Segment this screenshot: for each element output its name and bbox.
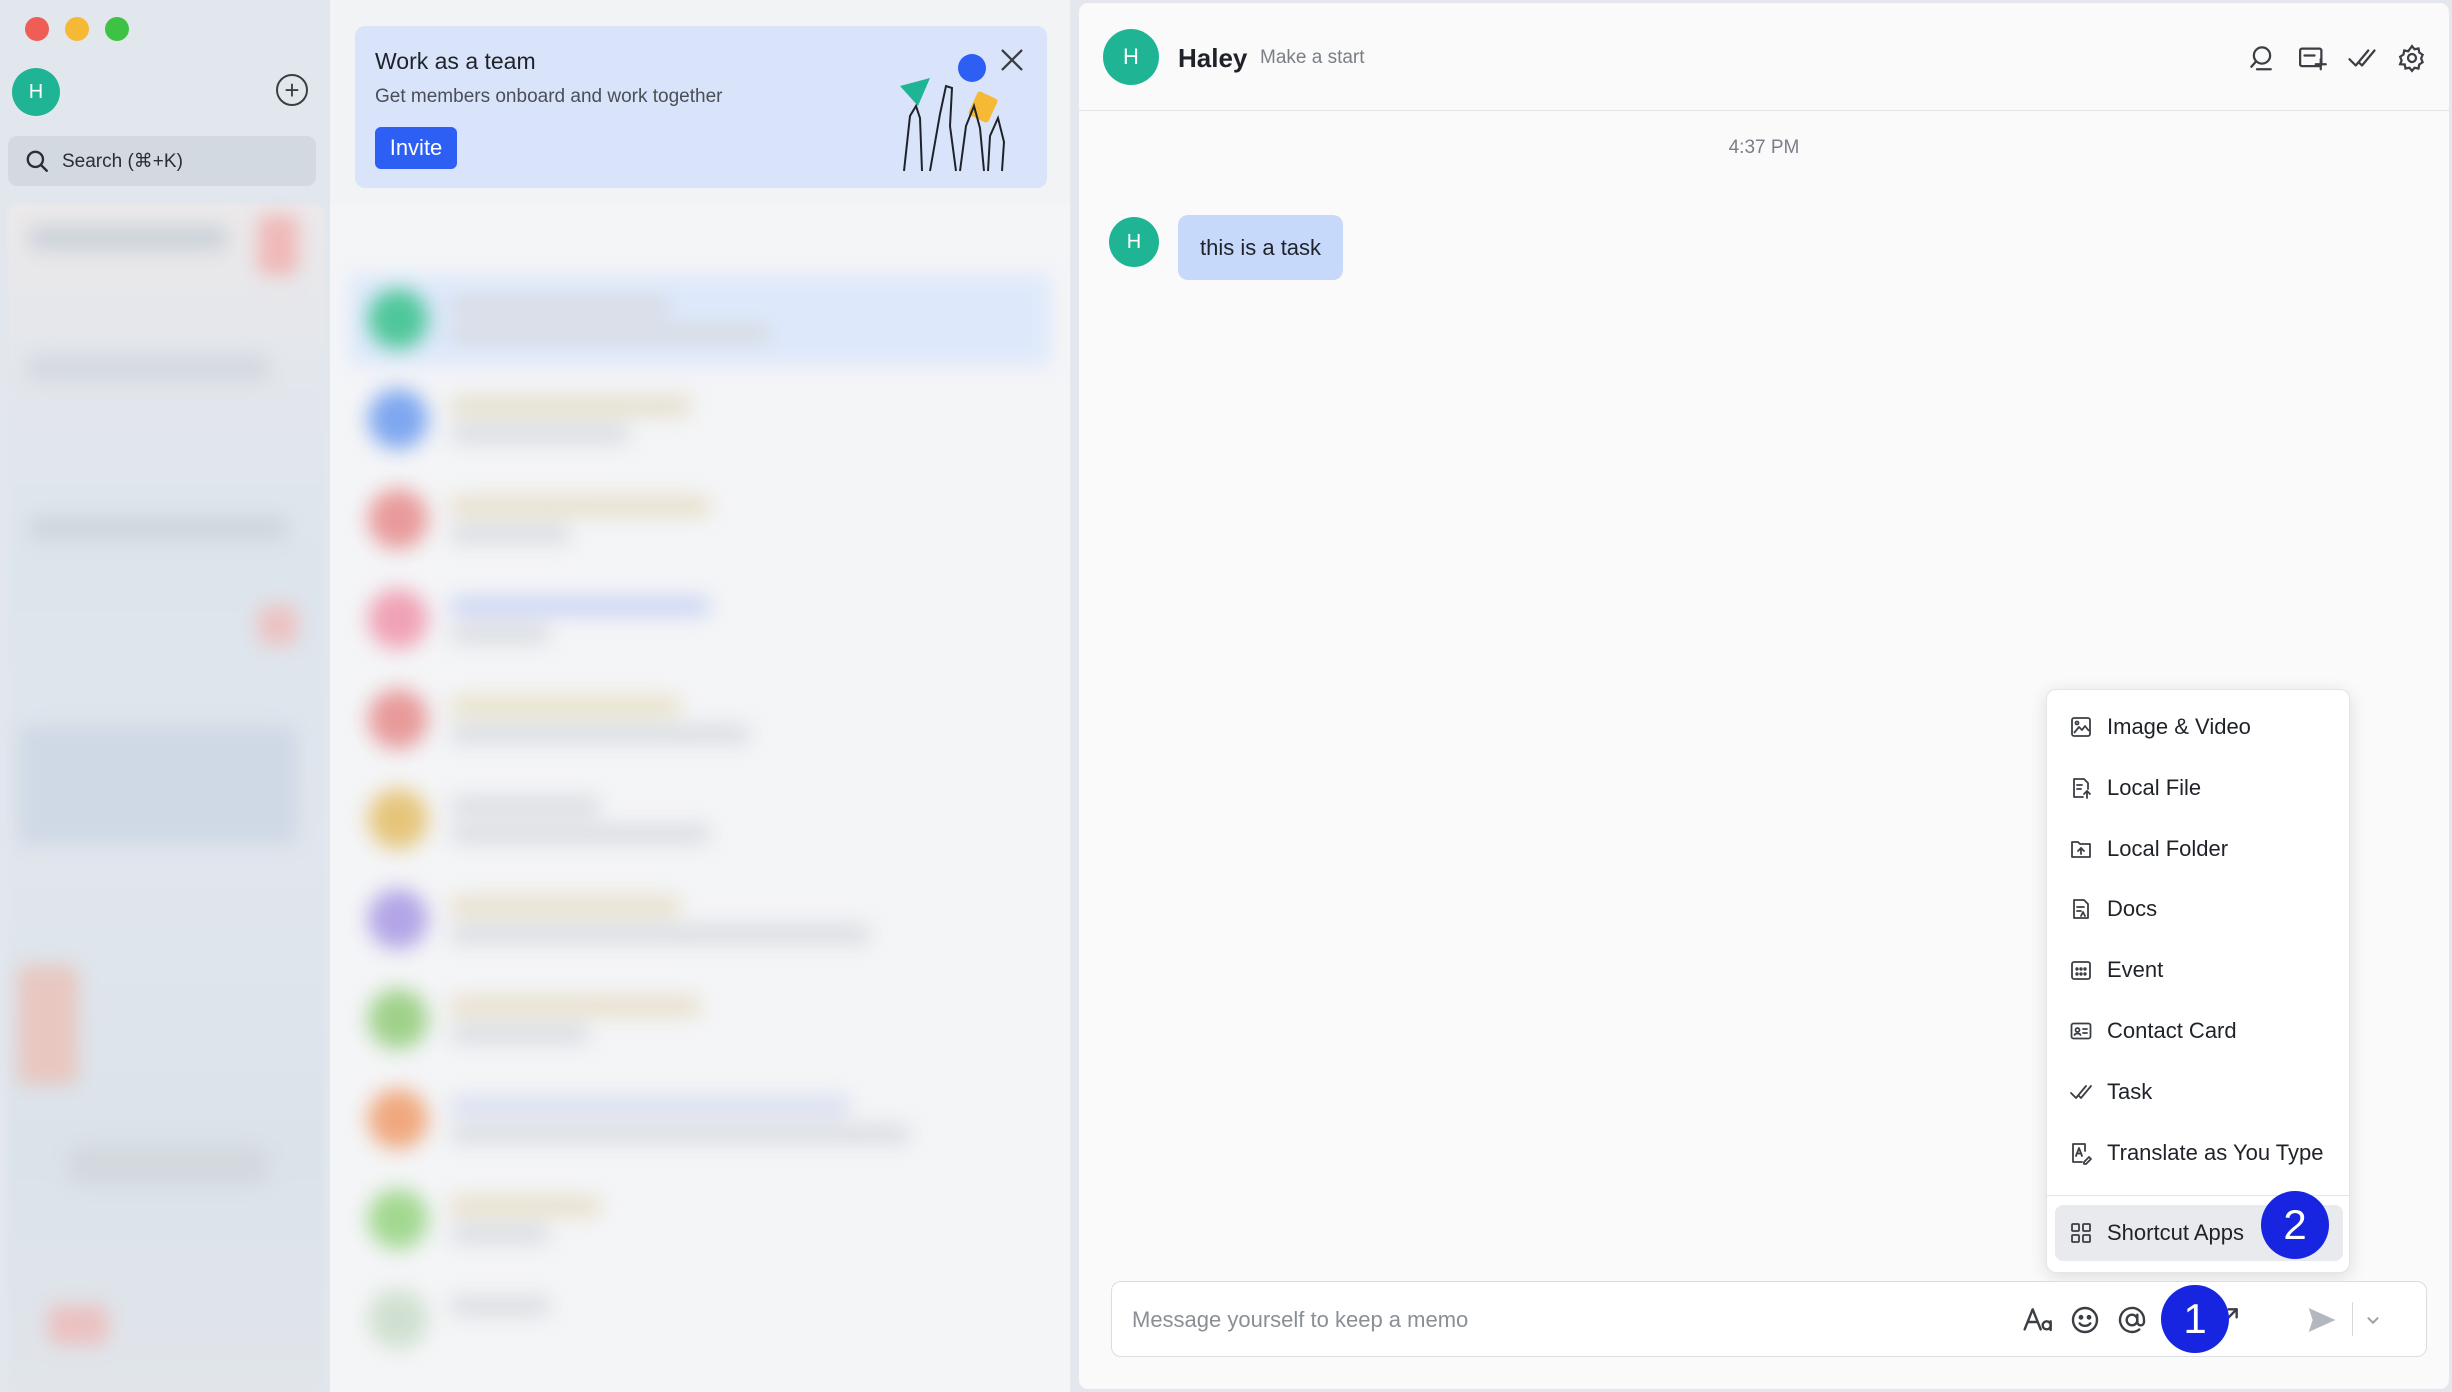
search-icon <box>26 150 48 172</box>
menu-item-translate[interactable]: Translate as You Type <box>2055 1125 2343 1181</box>
menu-item-label: Shortcut Apps <box>2107 1220 2244 1245</box>
user-avatar-initial: H <box>28 80 44 103</box>
chat-panel: H Haley Make a start 4:37 PM H this is a… <box>1078 2 2450 1390</box>
contact-card-icon <box>2070 1022 2092 1040</box>
chat-status[interactable]: Make a start <box>1260 47 1365 69</box>
chevron-down-icon <box>2367 1317 2379 1325</box>
close-banner-icon[interactable] <box>998 46 1026 74</box>
menu-item-label: Event <box>2107 957 2164 982</box>
menu-item-label: Docs <box>2107 896 2158 921</box>
menu-item-image-video[interactable]: Image & Video <box>2055 699 2343 755</box>
window-minimize-button[interactable] <box>65 17 89 41</box>
menu-item-local-file[interactable]: Local File <box>2055 760 2343 816</box>
search-bar[interactable]: Search (⌘+K) <box>8 136 316 186</box>
chat-avatar[interactable]: H <box>1103 29 1159 85</box>
settings-gear-icon <box>2398 44 2425 73</box>
window-maximize-button[interactable] <box>105 17 129 41</box>
menu-item-contact-card[interactable]: Contact Card <box>2055 1003 2343 1059</box>
menu-item-task[interactable]: Task <box>2055 1064 2343 1120</box>
message-input[interactable] <box>1132 1282 1932 1358</box>
task-check-icon <box>2070 1085 2092 1099</box>
mention-button[interactable] <box>2116 1304 2148 1336</box>
file-upload-icon <box>2073 778 2091 799</box>
message-bubble[interactable]: this is a task <box>1178 215 1344 280</box>
grid-apps-icon <box>2071 1223 2091 1243</box>
menu-item-label: Local Folder <box>2107 836 2229 861</box>
menu-item-label: Contact Card <box>2107 1018 2237 1043</box>
menu-item-local-folder[interactable]: Local Folder <box>2055 821 2343 877</box>
emoji-icon <box>2071 1306 2099 1334</box>
menu-item-label: Translate as You Type <box>2107 1140 2324 1165</box>
message-timestamp: 4:37 PM <box>1728 137 1800 158</box>
team-illustration-icon <box>900 54 1006 172</box>
step-badge-2: 2 <box>2261 1191 2329 1259</box>
chat-settings-button[interactable] <box>2397 43 2427 73</box>
docs-icon <box>2073 899 2089 919</box>
mention-at-icon <box>2118 1306 2146 1334</box>
menu-item-event[interactable]: Event <box>2055 942 2343 998</box>
chat-header: H Haley Make a start <box>1079 3 2449 111</box>
message-sender-initial: H <box>1126 230 1142 253</box>
send-divider <box>2352 1302 2353 1336</box>
search-chat-button[interactable] <box>2247 43 2277 73</box>
add-to-list-button[interactable] <box>2297 43 2327 73</box>
blurred-navigation-list <box>8 205 324 1392</box>
step-number: 2 <box>2283 1201 2307 1248</box>
attachment-menu: Image & Video Local File Local Folder Do… <box>2046 689 2350 1273</box>
task-check-icon <box>2348 49 2376 67</box>
window-close-button[interactable] <box>25 17 49 41</box>
message-composer <box>1111 1281 2427 1358</box>
banner-subtitle: Get members onboard and work together <box>375 86 723 107</box>
chat-title[interactable]: Haley <box>1178 43 1247 74</box>
send-options-button[interactable] <box>2362 1309 2384 1331</box>
text-format-icon <box>2023 1308 2052 1332</box>
user-avatar[interactable]: H <box>12 68 60 116</box>
step-number: 1 <box>2183 1295 2207 1342</box>
create-new-button[interactable]: + <box>276 74 308 106</box>
step-badge-1: 1 <box>2161 1285 2229 1353</box>
send-button[interactable] <box>2306 1304 2338 1336</box>
menu-item-label: Image & Video <box>2107 714 2251 739</box>
search-label: Search (⌘+K) <box>62 150 183 172</box>
menu-item-label: Task <box>2107 1079 2153 1104</box>
search-icon <box>2250 46 2272 71</box>
invite-button[interactable]: Invite <box>375 127 457 169</box>
conversation-list-panel: Work as a team Get members onboard and w… <box>330 0 1070 1392</box>
work-as-team-banner: Work as a team Get members onboard and w… <box>355 26 1047 188</box>
send-icon <box>2308 1308 2336 1332</box>
plus-icon: + <box>284 75 300 105</box>
tasks-button[interactable] <box>2347 43 2377 73</box>
emoji-button[interactable] <box>2069 1304 2101 1336</box>
calendar-icon <box>2071 961 2091 980</box>
text-format-button[interactable] <box>2022 1304 2054 1336</box>
folder-upload-icon <box>2071 841 2091 858</box>
blurred-conversation-list <box>330 205 1070 1392</box>
menu-item-label: Local File <box>2107 775 2202 800</box>
image-icon <box>2071 717 2091 737</box>
sidebar: H + Search (⌘+K) <box>0 0 330 1392</box>
menu-item-docs[interactable]: Docs <box>2055 881 2343 937</box>
add-to-list-icon <box>2299 47 2327 71</box>
translate-icon <box>2072 1143 2092 1165</box>
banner-title: Work as a team <box>375 48 536 74</box>
message-sender-avatar[interactable]: H <box>1109 217 1159 267</box>
chat-avatar-initial: H <box>1123 44 1139 69</box>
